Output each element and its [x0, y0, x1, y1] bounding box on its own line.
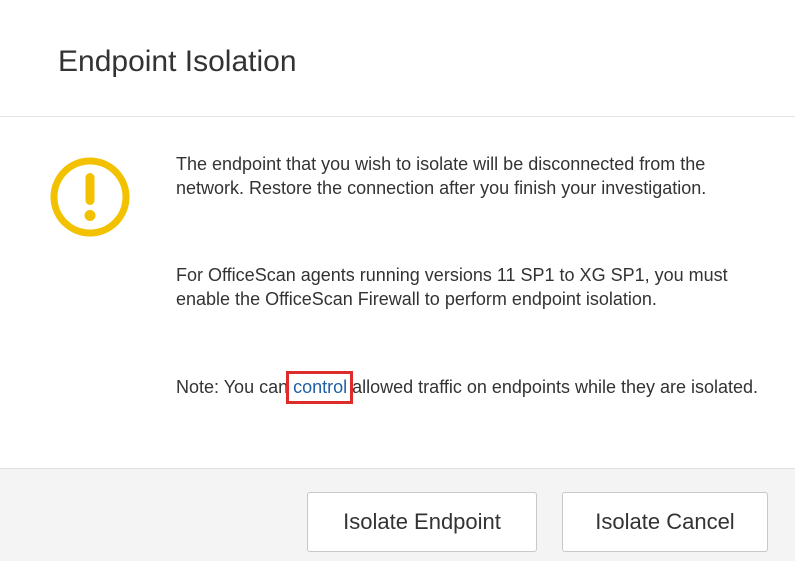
dialog-body: The endpoint that you wish to isolate wi… [0, 117, 795, 467]
dialog-title: Endpoint Isolation [58, 45, 297, 78]
warning-icon [50, 157, 130, 237]
note-text: Note: You can control allowed traffic on… [176, 371, 776, 404]
control-link[interactable]: control [293, 377, 347, 397]
isolate-cancel-button[interactable]: Isolate Cancel [562, 492, 768, 552]
isolate-endpoint-button[interactable]: Isolate Endpoint [307, 492, 537, 552]
dialog-header: Endpoint Isolation [0, 0, 795, 117]
dialog-footer: Isolate Endpoint Isolate Cancel [0, 468, 795, 561]
endpoint-isolation-dialog: Endpoint Isolation The endpoint that you… [0, 0, 795, 561]
note-suffix: allowed traffic on endpoints while they … [347, 377, 759, 397]
control-link-wrapper: control [286, 371, 354, 404]
isolation-warning-text: The endpoint that you wish to isolate wi… [176, 154, 707, 198]
note-prefix: Note: You can [176, 377, 294, 397]
firewall-requirement-text: For OfficeScan agents running versions 1… [176, 265, 728, 309]
